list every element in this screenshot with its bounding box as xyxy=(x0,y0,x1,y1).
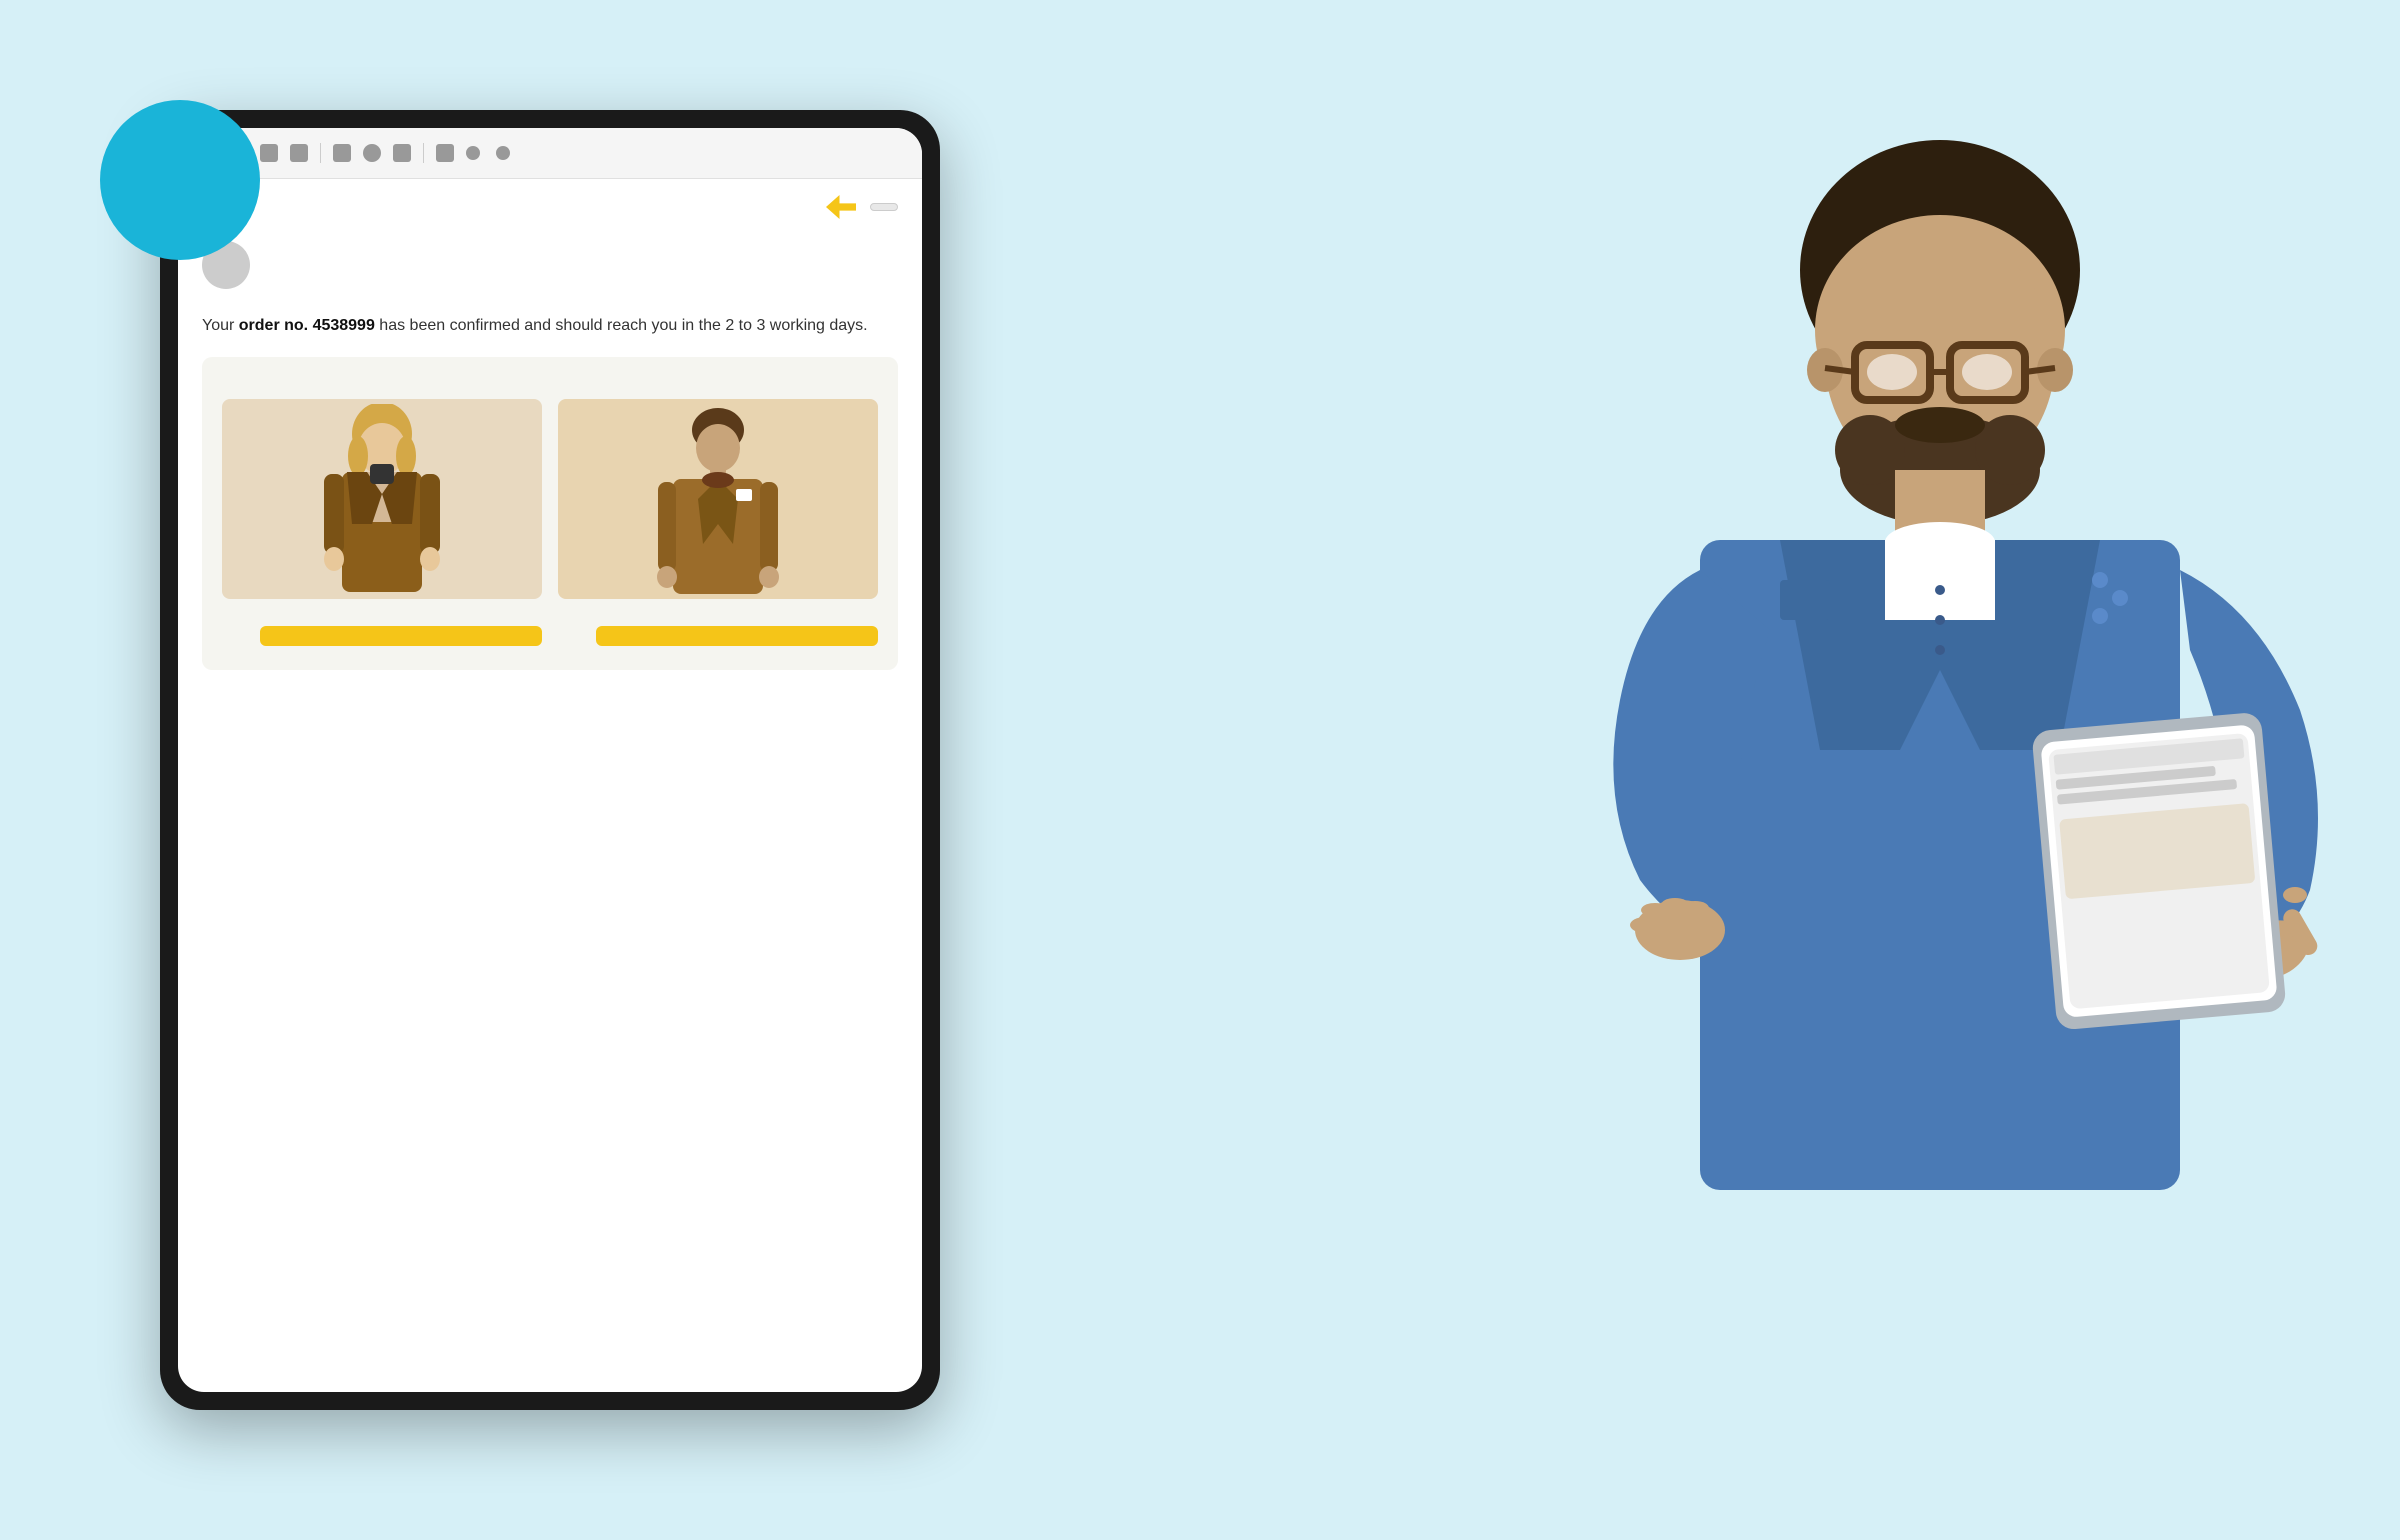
sender-row xyxy=(178,231,922,305)
product-image-cartier xyxy=(558,399,878,599)
tablet-device: ← xyxy=(160,110,940,1410)
products-grid xyxy=(222,399,878,650)
product-image-audemars xyxy=(222,399,542,599)
forward-arrows-icon[interactable] xyxy=(826,195,856,219)
toolbar-separator-2 xyxy=(423,143,424,163)
label-icon[interactable] xyxy=(393,144,411,162)
audemars-wishlist-icon[interactable] xyxy=(222,622,250,650)
clock-icon[interactable] xyxy=(363,144,381,162)
audemars-add-to-cart-button[interactable] xyxy=(260,626,542,646)
more-icon[interactable] xyxy=(466,146,480,160)
person-illustration xyxy=(1440,50,2340,1530)
dots-menu-icon[interactable] xyxy=(496,146,510,160)
recommended-section xyxy=(202,357,898,670)
woman-figure-svg xyxy=(312,404,452,599)
lightning-circle-logo xyxy=(100,100,260,260)
person-image xyxy=(1440,50,2340,1530)
sender-info xyxy=(264,241,276,244)
cartier-wishlist-icon[interactable] xyxy=(558,622,586,650)
trash-icon[interactable] xyxy=(290,144,308,162)
man-figure-svg xyxy=(648,404,788,599)
video-icon[interactable] xyxy=(436,144,454,162)
product-cartier-actions xyxy=(558,622,878,650)
product-audemars-actions xyxy=(222,622,542,650)
inbox-badge xyxy=(870,203,898,211)
product-card-audemars xyxy=(222,399,542,650)
email-paragraph-1: Your order no. 4538999 has been confirme… xyxy=(202,313,898,339)
toolbar-separator-1 xyxy=(320,143,321,163)
info-icon[interactable] xyxy=(260,144,278,162)
order-number: order no. 4538999 xyxy=(239,317,375,334)
product-card-cartier xyxy=(558,399,878,650)
email-toolbar: ← xyxy=(178,128,922,179)
cartier-add-to-cart-button[interactable] xyxy=(596,626,878,646)
mail-icon[interactable] xyxy=(333,144,351,162)
email-body: Your order no. 4538999 has been confirme… xyxy=(178,305,922,1392)
email-subject-row xyxy=(178,179,922,231)
tablet-screen: ← xyxy=(178,128,922,1392)
